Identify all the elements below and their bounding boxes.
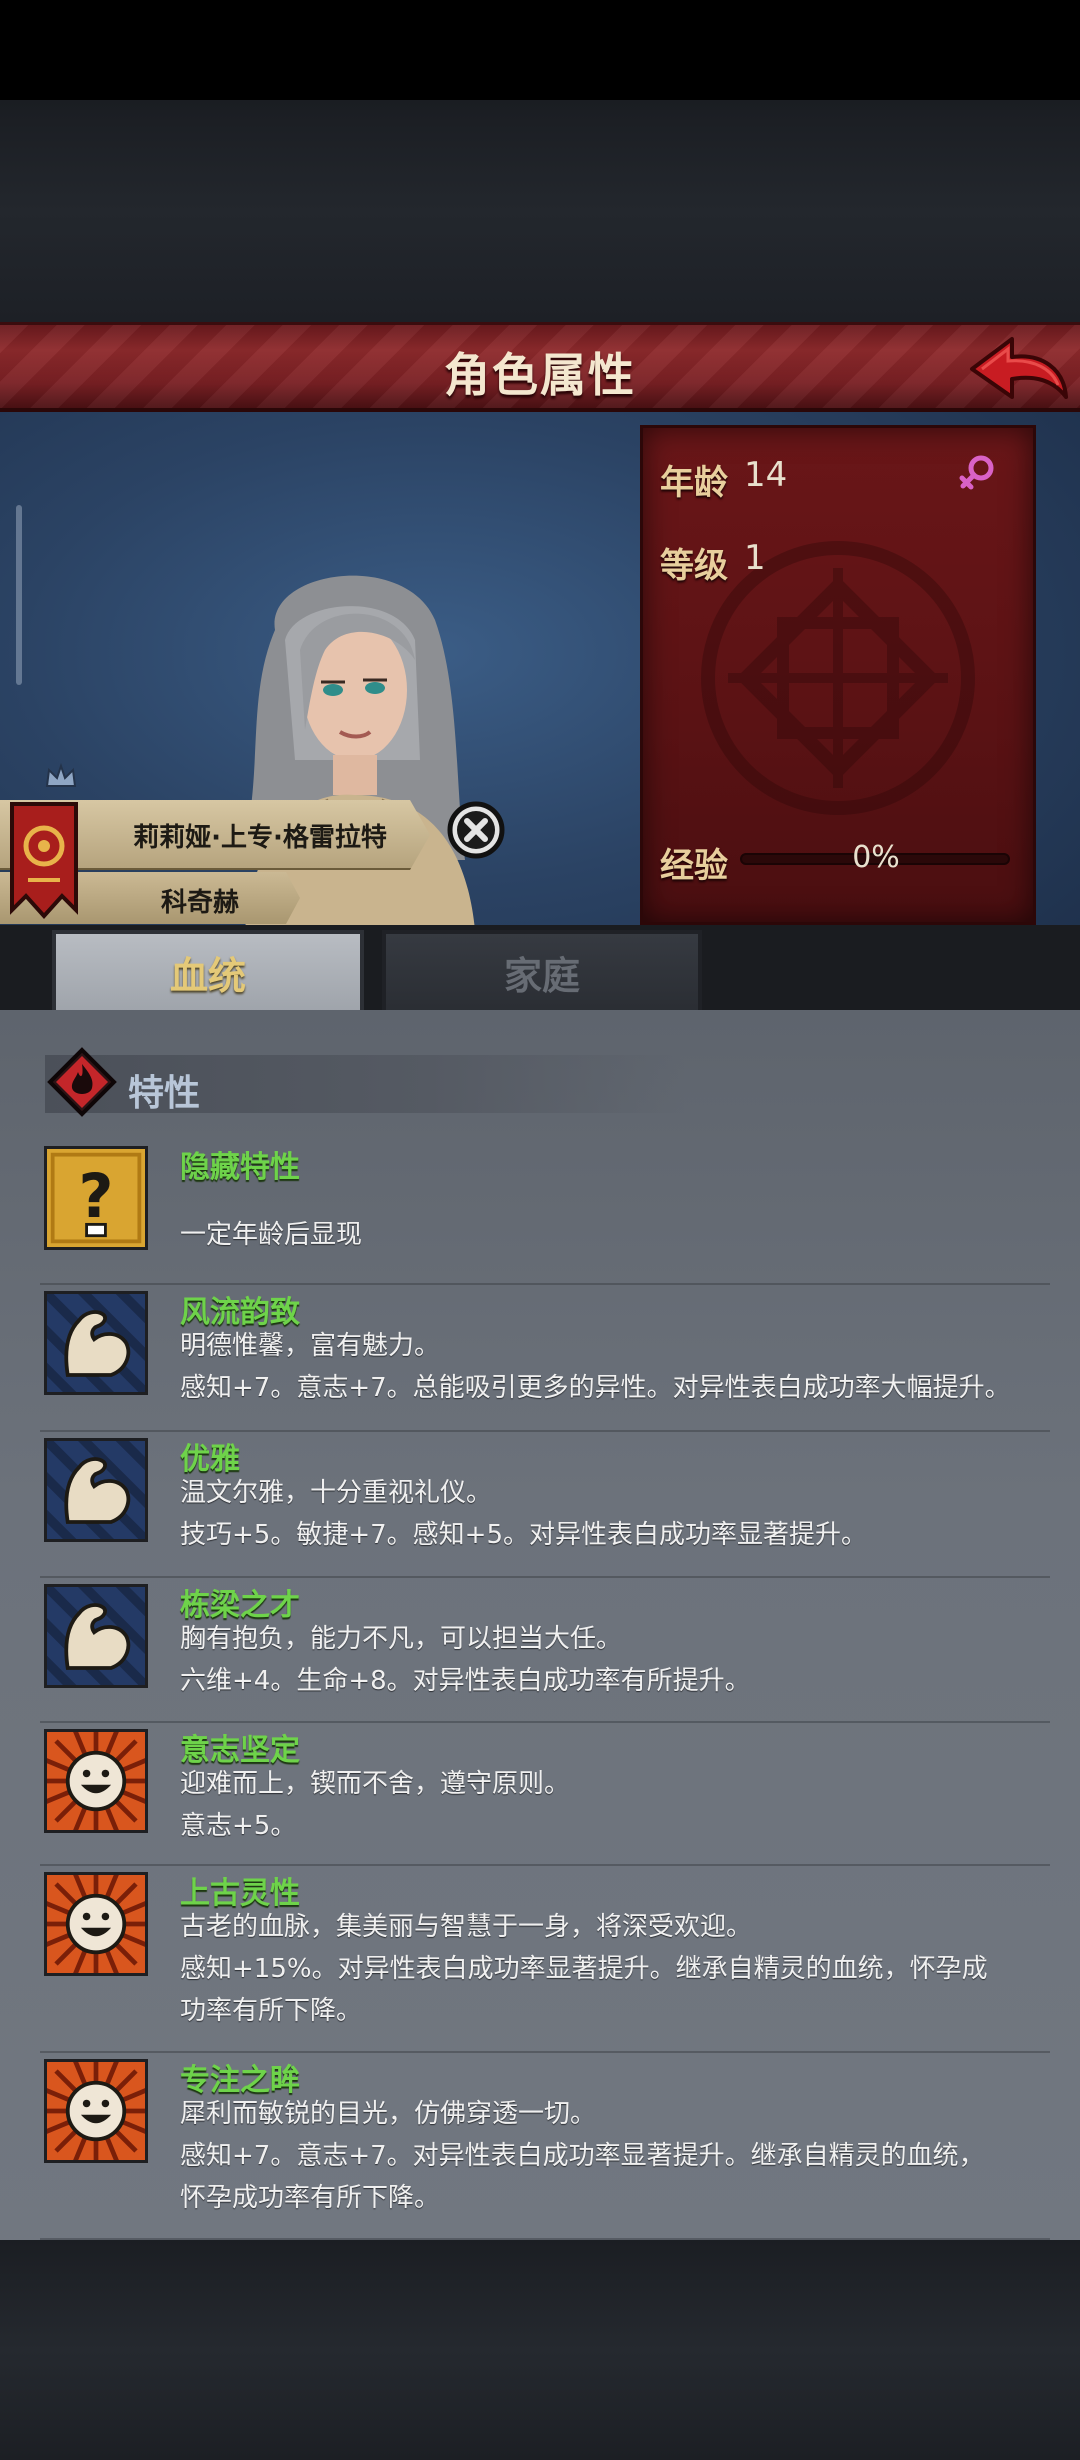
level-label: 等级 — [660, 546, 728, 586]
trait-description: 明德惟馨，富有魅力。 — [180, 1331, 441, 1361]
trait-row[interactable]: 风流韵致 明德惟馨，富有魅力。 感知+7。意志+7。总能吸引更多的异性。对异性表白成… — [5, 1252, 1050, 1434]
trait-row[interactable]: 专注之眸 犀利而敏锐的目光，仿佛穿透一切。 感知+7。意志+7。对异性表白成功率显著… — [39, 2053, 1050, 2240]
bottom-background — [0, 2240, 1080, 2460]
exp-label: 经验 — [660, 846, 728, 886]
trait-description: 功率有所下降。 — [180, 1996, 363, 2026]
screen: 角色属性 莉莉娅·上专·格雷拉特 科奇赫 年龄 14 等级 1 经验 0% 血统… — [0, 0, 1080, 2460]
tab-bloodline[interactable]: 血统 — [52, 930, 364, 1014]
trait-description: 怀孕成功率有所下降。 — [180, 2183, 441, 2213]
house-banner-icon[interactable] — [8, 800, 80, 920]
muscle-arm-icon — [5, 1252, 187, 1434]
crown-icon — [45, 762, 77, 787]
trait-description: 犀利而敏锐的目光，仿佛穿透一切。 — [180, 2099, 597, 2129]
smiley-sun-icon — [39, 2054, 153, 2168]
muscle-arm-icon — [5, 1399, 187, 1581]
status-bar — [0, 0, 1080, 100]
tab-family[interactable]: 家庭 — [382, 930, 702, 1014]
age-value: 14 — [744, 455, 788, 495]
trait-description: 感知+15%。对异性表白成功率显著提升。继承自精灵的血统，怀孕成 — [180, 1954, 988, 1984]
trait-description: 意志+5。 — [180, 1811, 297, 1841]
muscle-arm-icon — [5, 1545, 187, 1727]
family-name: 科奇赫 — [160, 888, 239, 918]
page-title: 角色属性 — [444, 348, 636, 402]
trait-description: 一定年龄后显现 — [180, 1220, 363, 1250]
trait-description: 温文尔雅，十分重视礼仪。 — [180, 1478, 493, 1508]
section-title: 特性 — [128, 1073, 201, 1114]
trait-row[interactable]: 栋梁之才 胸有抱负，能力不凡，可以担当大任。 六维+4。生命+8。对异性表白成功率有… — [5, 1545, 1050, 1727]
trait-description: 感知+7。意志+7。对异性表白成功率显著提升。继承自精灵的血统， — [180, 2141, 985, 2171]
trait-row[interactable]: 优雅 温文尔雅，十分重视礼仪。 技巧+5。敏捷+7。感知+5。对异性表白成功率显著提… — [5, 1399, 1050, 1581]
close-icon[interactable] — [446, 800, 506, 860]
celtic-knot-emblem — [701, 541, 975, 815]
trait-name: 隐藏特性 — [180, 1150, 300, 1185]
trait-row[interactable]: ? 隐藏特性一定年龄后显现 — [40, 1140, 1050, 1285]
trait-description: 胸有抱负，能力不凡，可以担当大任。 — [180, 1624, 623, 1654]
character-name: 莉莉娅·上专·格雷拉特 — [133, 823, 387, 853]
age-label: 年龄 — [660, 463, 728, 503]
female-icon — [959, 455, 994, 490]
smiley-sun-icon — [39, 1867, 153, 1981]
title-bar: 角色属性 — [0, 322, 1080, 412]
question-mark-icon: ? — [44, 1146, 148, 1250]
svg-text:?: ? — [79, 1162, 114, 1232]
top-background — [0, 100, 1080, 322]
trait-row[interactable]: 上古灵性 古老的血脉，集美丽与智慧于一身，将深受欢迎。 感知+15%。对异性表白成功… — [39, 1866, 1050, 2053]
back-arrow-icon[interactable] — [964, 331, 1072, 411]
trait-description: 迎难而上，锲而不舍，遵守原则。 — [180, 1769, 571, 1799]
trait-description: 六维+4。生命+8。对异性表白成功率有所提升。 — [180, 1666, 751, 1696]
level-value: 1 — [744, 538, 766, 578]
scrollbar[interactable] — [16, 505, 22, 685]
trait-description: 感知+7。意志+7。总能吸引更多的异性。对异性表白成功率大幅提升。 — [180, 1373, 1011, 1403]
trait-description: 技巧+5。敏捷+7。感知+5。对异性表白成功率显著提升。 — [180, 1520, 867, 1550]
smiley-sun-icon — [39, 1724, 153, 1838]
trait-description: 古老的血脉，集美丽与智慧于一身，将深受欢迎。 — [180, 1912, 753, 1942]
trait-row[interactable]: 意志坚定 迎难而上，锲而不舍，遵守原则。 意志+5。 — [39, 1723, 1050, 1866]
exp-value: 0% — [852, 840, 900, 875]
fire-diamond-icon — [47, 1047, 117, 1117]
